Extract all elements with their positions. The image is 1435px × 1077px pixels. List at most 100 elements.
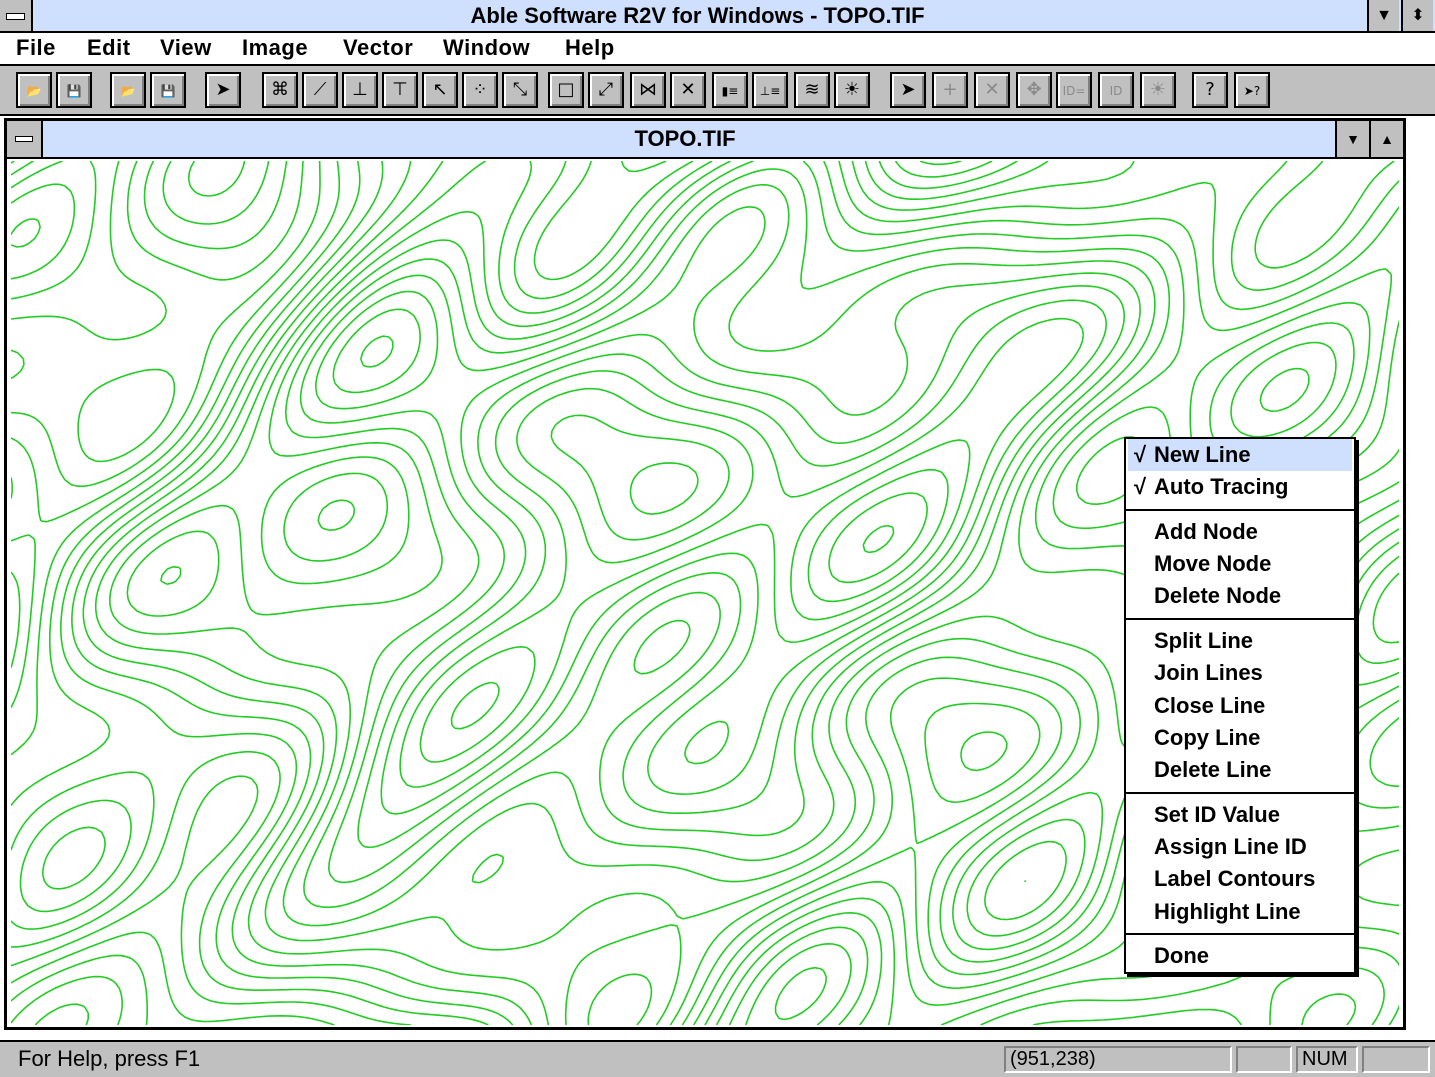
context-menu-item-new-line[interactable]: √ New Line [1128, 439, 1352, 471]
context-menu-item-close-line[interactable]: Close Line [1128, 690, 1352, 722]
minimize-button[interactable]: ▼ [1367, 0, 1399, 31]
system-menu-button[interactable] [0, 0, 33, 31]
menu-view[interactable]: View [160, 35, 212, 61]
menubar: File Edit View Image Vector Window Help [0, 33, 1435, 66]
context-menu-item-set-id-value[interactable]: Set ID Value [1128, 799, 1352, 831]
context-menu-item-label: Highlight Line [1154, 899, 1301, 924]
context-menu-item-label: Move Node [1154, 551, 1272, 576]
menu-separator [1126, 618, 1354, 620]
document-system-menu-button[interactable] [7, 121, 43, 157]
status-coordinates: (951,238) [1004, 1046, 1232, 1073]
open-vector-tool-button[interactable]: 📂 [110, 72, 146, 108]
document-minimize-button[interactable]: ▼ [1335, 121, 1369, 157]
point-highlight-tool-button[interactable]: ☀ [1140, 72, 1176, 108]
context-help-tool-button[interactable]: ➤? [1234, 72, 1270, 108]
document-maximize-button[interactable]: ▲ [1369, 121, 1403, 157]
statusbar: For Help, press F1 (951,238) NUM [0, 1040, 1435, 1077]
context-menu-item-label: Assign Line ID [1154, 834, 1307, 859]
add-node-icon: ⊥ [352, 79, 368, 100]
restore-icon: ⬍ [1411, 7, 1425, 24]
menu-edit[interactable]: Edit [87, 35, 131, 61]
context-menu-item-join-lines[interactable]: Join Lines [1128, 657, 1352, 689]
context-menu-item-label: Add Node [1154, 519, 1258, 544]
context-menu-item-label: Delete Node [1154, 583, 1282, 608]
menu-separator [1126, 792, 1354, 794]
minimize-icon: ▼ [1346, 131, 1360, 147]
menu-window[interactable]: Window [443, 35, 530, 61]
split-line-icon: ⤡ [512, 79, 528, 100]
pointer-tool-button[interactable]: ➤ [205, 72, 241, 108]
context-menu-item-label: Join Lines [1154, 660, 1263, 685]
move-point-tool-button[interactable]: ✥ [1016, 72, 1052, 108]
menu-separator [1126, 509, 1354, 511]
move-node-icon: ↖ [432, 79, 448, 100]
context-menu-item-move-node[interactable]: Move Node [1128, 548, 1352, 580]
set-id-icon: ▮≡ [721, 84, 739, 98]
app-titlebar: Able Software R2V for Windows - TOPO.TIF… [0, 0, 1435, 33]
document-title: TOPO.TIF [634, 126, 736, 151]
save-tool-button[interactable]: 💾 [56, 72, 92, 108]
delete-node-icon: ⊤ [392, 79, 408, 100]
add-node-tool-button[interactable]: ⊥ [342, 72, 378, 108]
help-icon: ? [1205, 79, 1215, 100]
context-menu-item-label-contours[interactable]: Label Contours [1128, 863, 1352, 895]
app-title: Able Software R2V for Windows - TOPO.TIF [470, 3, 925, 28]
point-id-tool-button[interactable]: ID= [1056, 72, 1092, 108]
context-menu-item-add-node[interactable]: Add Node [1128, 516, 1352, 548]
select-nodes-icon: ⁘ [472, 79, 488, 100]
assign-id-icon: ⊥≡ [759, 84, 781, 98]
draw-line-tool-button[interactable]: ⟋ [302, 72, 338, 108]
context-menu-item-done[interactable]: Done [1128, 940, 1352, 972]
save-vector-tool-button[interactable]: 💾 [150, 72, 186, 108]
context-menu-item-copy-line[interactable]: Copy Line [1128, 722, 1352, 754]
context-help-icon: ➤? [1243, 84, 1261, 98]
help-tool-button[interactable]: ? [1192, 72, 1228, 108]
document-system-menu-icon [15, 136, 33, 142]
label-contours-icon: ≋ [804, 79, 820, 100]
select-point-tool-button[interactable]: ➤ [890, 72, 926, 108]
open-tool-button[interactable]: 📂 [16, 72, 52, 108]
close-line-icon: □ [557, 79, 575, 100]
cut-line-tool-button[interactable]: ⋈ [630, 72, 666, 108]
status-caps-indicator [1236, 1046, 1292, 1073]
move-point-icon: ✥ [1026, 79, 1042, 100]
context-menu-item-split-line[interactable]: Split Line [1128, 625, 1352, 657]
menu-help[interactable]: Help [565, 35, 615, 61]
context-menu-item-delete-node[interactable]: Delete Node [1128, 580, 1352, 612]
context-menu-item-auto-tracing[interactable]: √ Auto Tracing [1128, 471, 1352, 503]
point-id-icon: ID= [1062, 84, 1086, 98]
delete-point-tool-button[interactable]: ✕ [974, 72, 1010, 108]
add-point-tool-button[interactable]: + [932, 72, 968, 108]
context-menu-item-delete-line[interactable]: Delete Line [1128, 754, 1352, 786]
point-label-tool-button[interactable]: ID [1098, 72, 1134, 108]
highlight-line-icon: ☀ [843, 79, 861, 100]
status-help-text: For Help, press F1 [18, 1046, 201, 1071]
save-icon: 💾 [66, 84, 82, 98]
context-menu-item-label: Label Contours [1154, 866, 1316, 891]
select-nodes-tool-button[interactable]: ⁘ [462, 72, 498, 108]
join-lines-tool-button[interactable]: ⤢ [588, 72, 624, 108]
context-menu: √ New Line √ Auto Tracing Add Node Move Node D… [1124, 437, 1356, 974]
context-menu-item-highlight-line[interactable]: Highlight Line [1128, 896, 1352, 928]
close-line-tool-button[interactable]: □ [548, 72, 584, 108]
context-menu-item-assign-line-id[interactable]: Assign Line ID [1128, 831, 1352, 863]
label-contours-tool-button[interactable]: ≋ [794, 72, 830, 108]
menu-image[interactable]: Image [242, 35, 308, 61]
toolbar: 📂 💾 📂 💾 ➤ ⌘ ⟋ ⊥ ⊤ ↖ ⁘ ⤡ □ ⤢ ⋈ ✕ ▮≡ ⊥≡ ≋ ☀ ➤ + ✕ ✥ ID= ID ☀? ➤? [0, 66, 1435, 116]
highlight-line-tool-button[interactable]: ☀ [834, 72, 870, 108]
point-label-icon: ID [1109, 84, 1123, 98]
assign-id-tool-button[interactable]: ⊥≡ [752, 72, 788, 108]
menu-file[interactable]: File [16, 35, 56, 61]
delete-node-tool-button[interactable]: ⊤ [382, 72, 418, 108]
auto-trace-tool-button[interactable]: ⌘ [262, 72, 298, 108]
split-line-tool-button[interactable]: ⤡ [502, 72, 538, 108]
checkmark-icon: √ [1134, 474, 1147, 499]
join-lines-icon: ⤢ [598, 79, 614, 100]
move-node-tool-button[interactable]: ↖ [422, 72, 458, 108]
select-point-icon: ➤ [900, 79, 916, 100]
delete-line-tool-button[interactable]: ✕ [670, 72, 706, 108]
restore-button[interactable]: ⬍ [1401, 0, 1433, 31]
menu-vector[interactable]: Vector [343, 35, 413, 61]
set-id-tool-button[interactable]: ▮≡ [712, 72, 748, 108]
document-titlebar: TOPO.TIF ▼ ▲ [7, 121, 1403, 159]
